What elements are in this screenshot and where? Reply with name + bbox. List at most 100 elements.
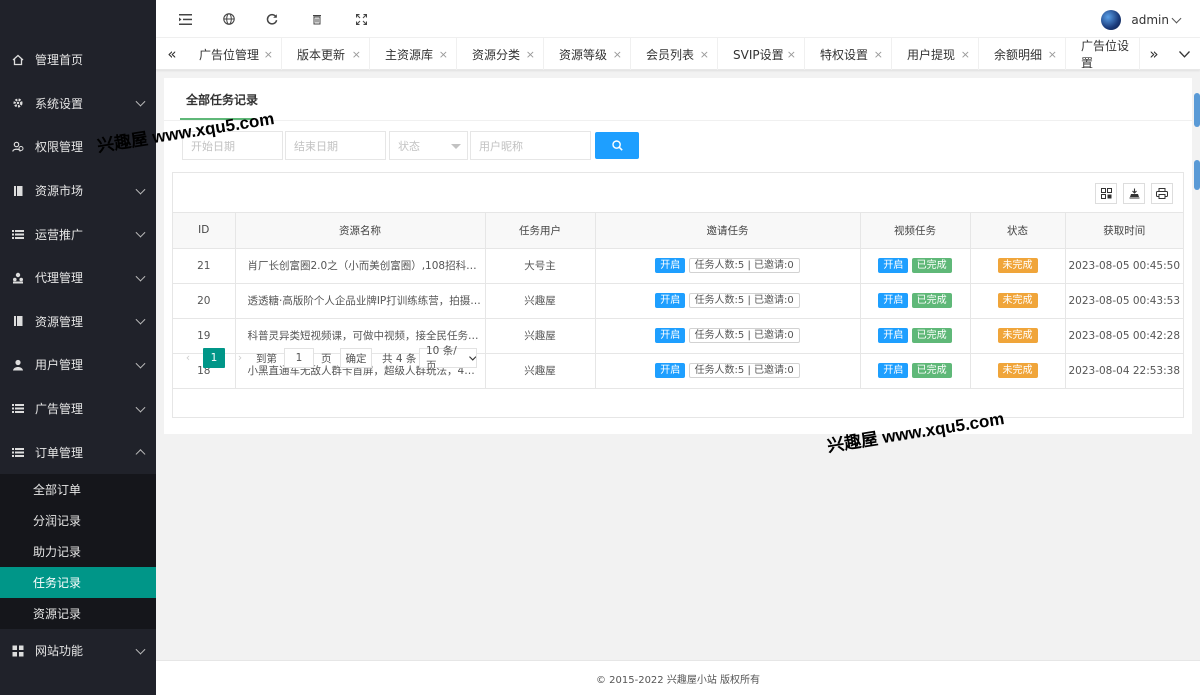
status-select[interactable]: 状态 (389, 131, 468, 160)
tab[interactable]: 广告位设置 (1066, 38, 1140, 70)
sidebar-item-label: 运营推广 (35, 227, 84, 242)
sidebar-item[interactable]: 运营推广 (0, 212, 156, 256)
sidebar-item[interactable]: 用户管理 (0, 343, 156, 387)
goto-confirm-button[interactable]: 确定 (340, 348, 372, 368)
column-header: 视频任务 (860, 213, 971, 249)
page-size-select[interactable]: 10 条/页 (419, 345, 477, 372)
tab[interactable]: 资源分类 × (457, 38, 544, 70)
sidebar-item-label: 网站功能 (35, 644, 84, 659)
username: admin (1131, 13, 1169, 27)
submenu-item[interactable]: 助力记录 (0, 536, 156, 567)
sidebar-item[interactable]: 系统设置 (0, 82, 156, 126)
clear-icon[interactable] (310, 12, 324, 26)
tab[interactable]: 用户提现 × (892, 38, 979, 70)
tab[interactable]: 主资源库 × (370, 38, 457, 70)
submenu-item[interactable]: 全部订单 (0, 474, 156, 505)
tab[interactable]: 版本更新 × (282, 38, 370, 70)
chevron-down-icon (135, 644, 146, 655)
fullscreen-icon[interactable] (354, 12, 368, 26)
goto-label: 到第 (256, 352, 277, 365)
column-header: 邀请任务 (595, 213, 861, 249)
video-done-badge: 已完成 (911, 328, 952, 343)
status-badge: 未完成 (997, 258, 1038, 273)
sidebar-item[interactable]: 订单管理 (0, 430, 156, 474)
close-icon[interactable]: × (787, 48, 796, 61)
list-icon (11, 227, 25, 241)
cell-time: 2023-08-05 00:45:50 (1065, 248, 1183, 284)
column-header: 获取时间 (1065, 213, 1183, 249)
search-icon (611, 140, 623, 151)
scrollbar-thumb-secondary[interactable] (1194, 160, 1200, 190)
invite-info-badge: 任务人数:5 | 已邀请:0 (688, 328, 800, 343)
tab[interactable]: 资源等级 × (544, 38, 631, 70)
invite-open-badge: 开启 (655, 293, 686, 308)
avatar (1101, 10, 1122, 30)
sidebar-item[interactable]: 管理首页 (0, 38, 156, 82)
close-icon[interactable]: × (613, 48, 622, 61)
cell-video-task: 开启 已完成 (860, 248, 971, 284)
export-icon[interactable] (1123, 183, 1145, 204)
close-icon[interactable]: × (874, 48, 883, 61)
scrollbar-thumb[interactable] (1194, 93, 1200, 127)
close-icon[interactable]: × (264, 48, 273, 61)
tabs-scroll-left-icon[interactable]: « (158, 38, 186, 70)
page-footer: © 2015-2022 兴趣屋小站 版权所有 (156, 660, 1200, 695)
submenu-item[interactable]: 任务记录 (0, 566, 156, 598)
tab-label: 资源等级 (559, 47, 608, 62)
user-menu[interactable]: admin (1101, 10, 1182, 30)
columns-filter-icon[interactable] (1095, 183, 1117, 204)
user-icon (11, 358, 25, 372)
next-page-icon[interactable]: › (233, 348, 247, 368)
close-icon[interactable]: × (1048, 48, 1057, 61)
close-icon[interactable]: × (352, 48, 361, 61)
sidebar-item-label: 代理管理 (35, 271, 84, 286)
close-icon[interactable]: × (700, 48, 709, 61)
cell-task-user: 大号主 (485, 248, 596, 284)
divider (164, 120, 1192, 121)
cell-resource-name: 肖厂长创富圈2.0之（小而美创富圈）,108招科学创... (235, 248, 486, 284)
sidebar-item[interactable]: 资源市场 (0, 169, 156, 213)
tab[interactable]: 余额明细 × (979, 38, 1066, 70)
sidebar-item-label: 订单管理 (35, 445, 84, 460)
sidebar-item[interactable]: 广告管理 (0, 387, 156, 431)
close-icon[interactable]: × (526, 48, 535, 61)
column-header: 状态 (970, 213, 1066, 249)
submenu-item[interactable]: 资源记录 (0, 598, 156, 629)
tabs-dropdown-icon[interactable] (1170, 38, 1198, 70)
sidebar-item-label: 管理首页 (35, 53, 84, 68)
users-icon (11, 140, 25, 154)
page-1-button[interactable]: 1 (203, 348, 225, 368)
sidebar-item-label: 资源市场 (35, 184, 84, 199)
column-header: 任务用户 (485, 213, 596, 249)
menu-fold-icon[interactable] (178, 12, 192, 26)
goto-page-input[interactable]: 1 (284, 348, 314, 368)
print-icon[interactable] (1151, 183, 1173, 204)
sidebar-item[interactable]: 资源管理 (0, 300, 156, 344)
tab[interactable]: 特权设置 × (805, 38, 892, 70)
tab[interactable]: 会员列表 × (631, 38, 718, 70)
prev-page-icon[interactable]: ‹ (181, 348, 195, 368)
tab-all-task-records[interactable]: 全部任务记录 (186, 91, 258, 108)
book-icon (11, 314, 25, 328)
tabs-scroll-right-icon[interactable]: » (1140, 38, 1168, 70)
close-icon[interactable]: × (439, 48, 448, 61)
refresh-icon[interactable] (265, 12, 279, 26)
tab[interactable]: 广告位管理 × (184, 38, 282, 70)
cell-invite-task: 开启 任务人数:5 | 已邀请:0 (595, 248, 861, 284)
close-icon[interactable]: × (961, 48, 970, 61)
tab[interactable]: SVIP设置 × (718, 38, 805, 70)
book-icon (11, 184, 25, 198)
tab-label: 特权设置 (820, 47, 869, 62)
video-done-badge: 已完成 (911, 258, 952, 273)
end-date-input[interactable]: 结束日期 (285, 131, 386, 160)
tab-label: 用户提现 (907, 47, 956, 62)
pagination: ‹ 1 › 到第 1 页 确定 共 4 条 10 条/页 (173, 345, 1183, 376)
sidebar-item[interactable]: 代理管理 (0, 256, 156, 300)
chevron-down-icon (135, 97, 146, 107)
sidebar-item[interactable]: 网站功能 (0, 629, 156, 673)
submenu-item[interactable]: 分润记录 (0, 505, 156, 536)
search-button[interactable] (595, 132, 639, 159)
tab-label: 主资源库 (385, 47, 434, 62)
nickname-input[interactable]: 用户昵称 (470, 131, 591, 160)
globe-icon[interactable] (222, 12, 236, 26)
